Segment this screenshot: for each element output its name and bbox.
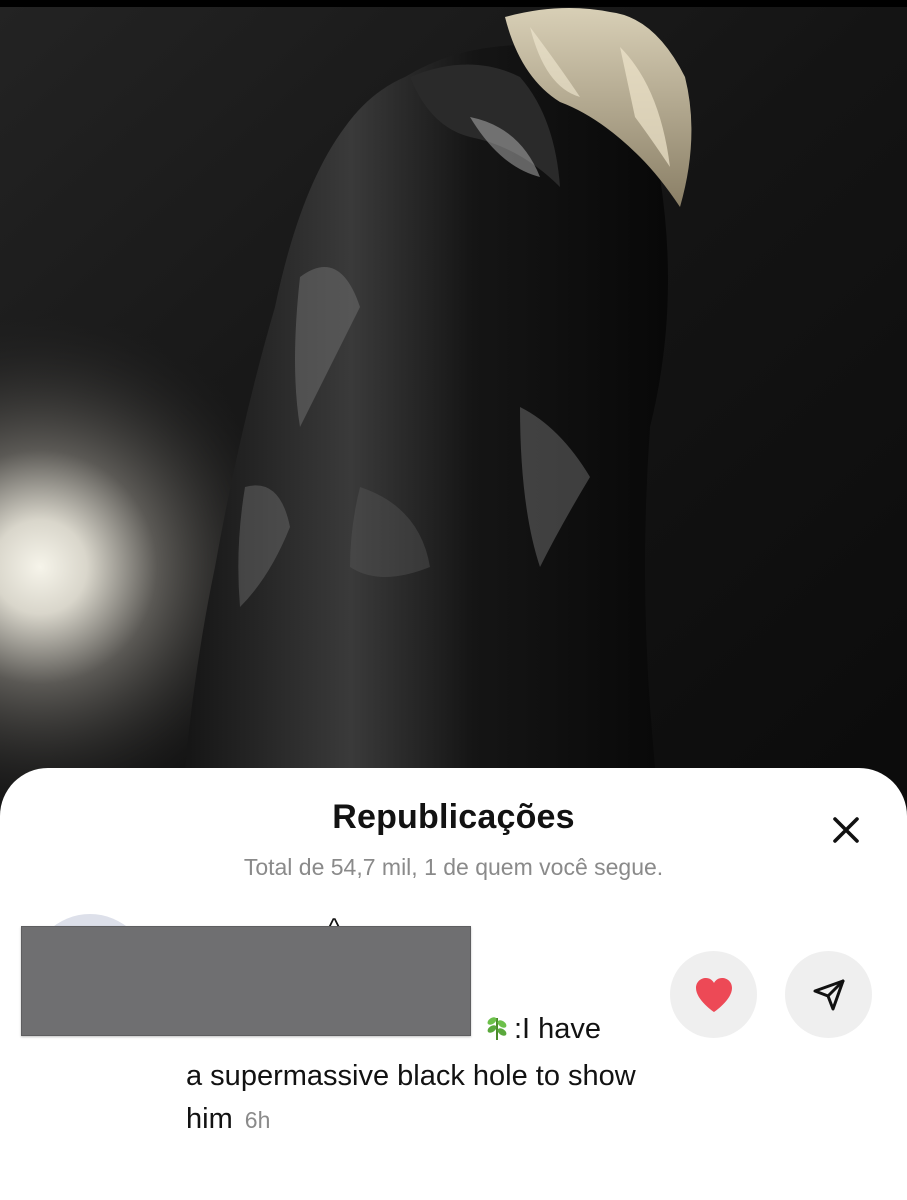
close-icon bbox=[833, 817, 859, 843]
heart-icon bbox=[695, 977, 732, 1012]
status-bar-strip bbox=[0, 0, 907, 7]
comment-first-line: :I have bbox=[186, 1008, 646, 1055]
sheet-title: Republicações bbox=[332, 798, 575, 836]
close-button[interactable] bbox=[818, 802, 874, 858]
reposts-count-subtitle: Total de 54,7 mil, 1 de quem você segue. bbox=[243, 854, 664, 880]
reposts-sheet: Republicações Total de 54,7 mil, 1 de qu… bbox=[0, 768, 907, 1200]
repost-comment: :I have a supermassive black hole to sho… bbox=[186, 1008, 646, 1142]
paper-plane-icon bbox=[813, 979, 844, 1010]
comment-lead-text: :I have bbox=[514, 1013, 602, 1045]
background-photo bbox=[0, 7, 907, 827]
comment-timestamp: 6h bbox=[244, 1107, 271, 1133]
screen: Republicações Total de 54,7 mil, 1 de qu… bbox=[0, 0, 907, 1200]
like-button[interactable] bbox=[670, 951, 757, 1038]
repost-list-item[interactable]: ^ :I have a supermassive black hole t bbox=[0, 908, 907, 1200]
herb-icon bbox=[482, 1012, 512, 1055]
share-button[interactable] bbox=[785, 951, 872, 1038]
